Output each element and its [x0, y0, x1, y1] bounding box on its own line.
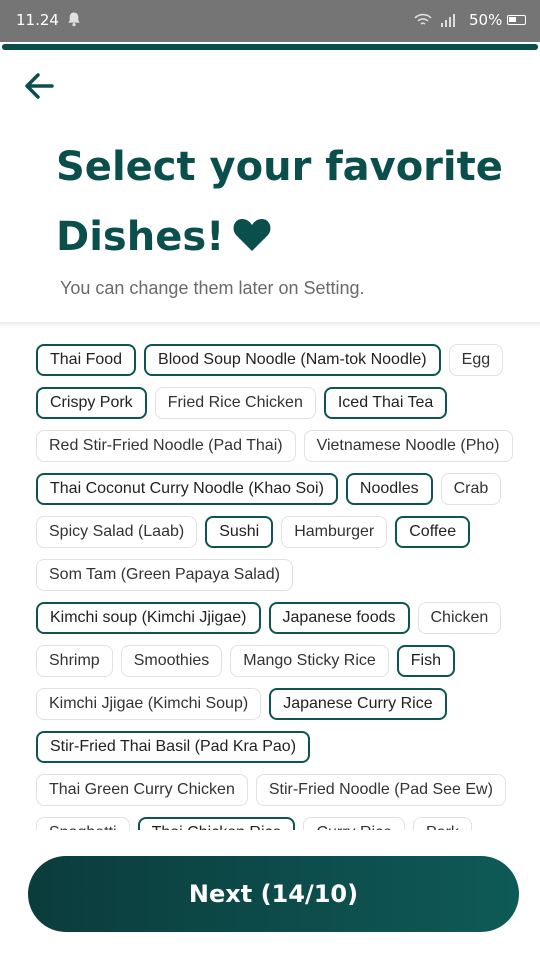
- title-line-2: Dishes!: [56, 214, 225, 260]
- dish-chip[interactable]: Thai Food: [36, 344, 137, 376]
- progress-fill: [2, 44, 538, 50]
- dish-chip[interactable]: Kimchi soup (Kimchi Jjigae): [36, 602, 261, 634]
- dish-chip[interactable]: Red Stir-Fried Noodle (Pad Thai): [36, 430, 296, 462]
- subtitle: You can change them later on Setting.: [60, 278, 365, 298]
- dish-chip[interactable]: Kimchi Jjigae (Kimchi Soup): [36, 688, 262, 720]
- dish-chip[interactable]: Japanese foods: [268, 602, 410, 634]
- dish-chip[interactable]: Crab: [440, 473, 502, 505]
- dish-chip[interactable]: Crispy Pork: [36, 387, 147, 419]
- next-button[interactable]: Next (14/10): [28, 856, 519, 932]
- dish-chip[interactable]: Spicy Salad (Laab): [36, 516, 198, 548]
- dish-chip[interactable]: Fried Rice Chicken: [154, 387, 316, 419]
- dish-chip[interactable]: Blood Soup Noodle (Nam-tok Noodle): [144, 344, 441, 376]
- wifi-icon: [414, 13, 432, 25]
- dish-chip[interactable]: Vietnamese Noodle (Pho): [303, 430, 513, 462]
- header-divider: [0, 322, 540, 328]
- heart-icon: [233, 219, 271, 251]
- page-title: Select your favorite Dishes!: [56, 132, 516, 272]
- status-bar: 11.24 50%: [0, 0, 540, 42]
- dish-chip-list: Thai Food Blood Soup Noodle (Nam-tok Nood…: [36, 344, 516, 832]
- dish-chip[interactable]: Sushi: [205, 516, 274, 548]
- dish-chip[interactable]: Hamburger: [281, 516, 388, 548]
- dish-chip[interactable]: Som Tam (Green Papaya Salad): [36, 559, 293, 591]
- dish-chip[interactable]: Chicken: [417, 602, 502, 634]
- dish-chip[interactable]: Coffee: [395, 516, 471, 548]
- progress-bar: [2, 44, 538, 50]
- dish-chip[interactable]: Thai Green Curry Chicken: [36, 774, 248, 806]
- battery-icon: [507, 15, 526, 25]
- dish-chip[interactable]: Fish: [396, 645, 456, 677]
- dish-chip[interactable]: Stir-Fried Noodle (Pad See Ew): [255, 774, 506, 806]
- dish-chip[interactable]: Iced Thai Tea: [323, 387, 448, 419]
- dish-chip[interactable]: Shrimp: [36, 645, 113, 677]
- dish-chip[interactable]: Smoothies: [120, 645, 223, 677]
- back-arrow-icon[interactable]: [22, 70, 56, 102]
- dish-chip[interactable]: Japanese Curry Rice: [269, 688, 447, 720]
- dish-chip[interactable]: Stir-Fried Thai Basil (Pad Kra Pao): [36, 731, 311, 763]
- dish-chip[interactable]: Thai Coconut Curry Noodle (Khao Soi): [36, 473, 338, 505]
- battery-percent: 50%: [469, 11, 503, 29]
- signal-icon: [441, 14, 455, 27]
- dish-chip[interactable]: Noodles: [345, 473, 433, 505]
- dish-chip[interactable]: Egg: [448, 344, 504, 376]
- status-time: 11.24: [16, 11, 59, 29]
- title-line-1: Select your favorite: [56, 144, 503, 190]
- bell-icon: [68, 12, 80, 27]
- dish-chip[interactable]: Mango Sticky Rice: [230, 645, 389, 677]
